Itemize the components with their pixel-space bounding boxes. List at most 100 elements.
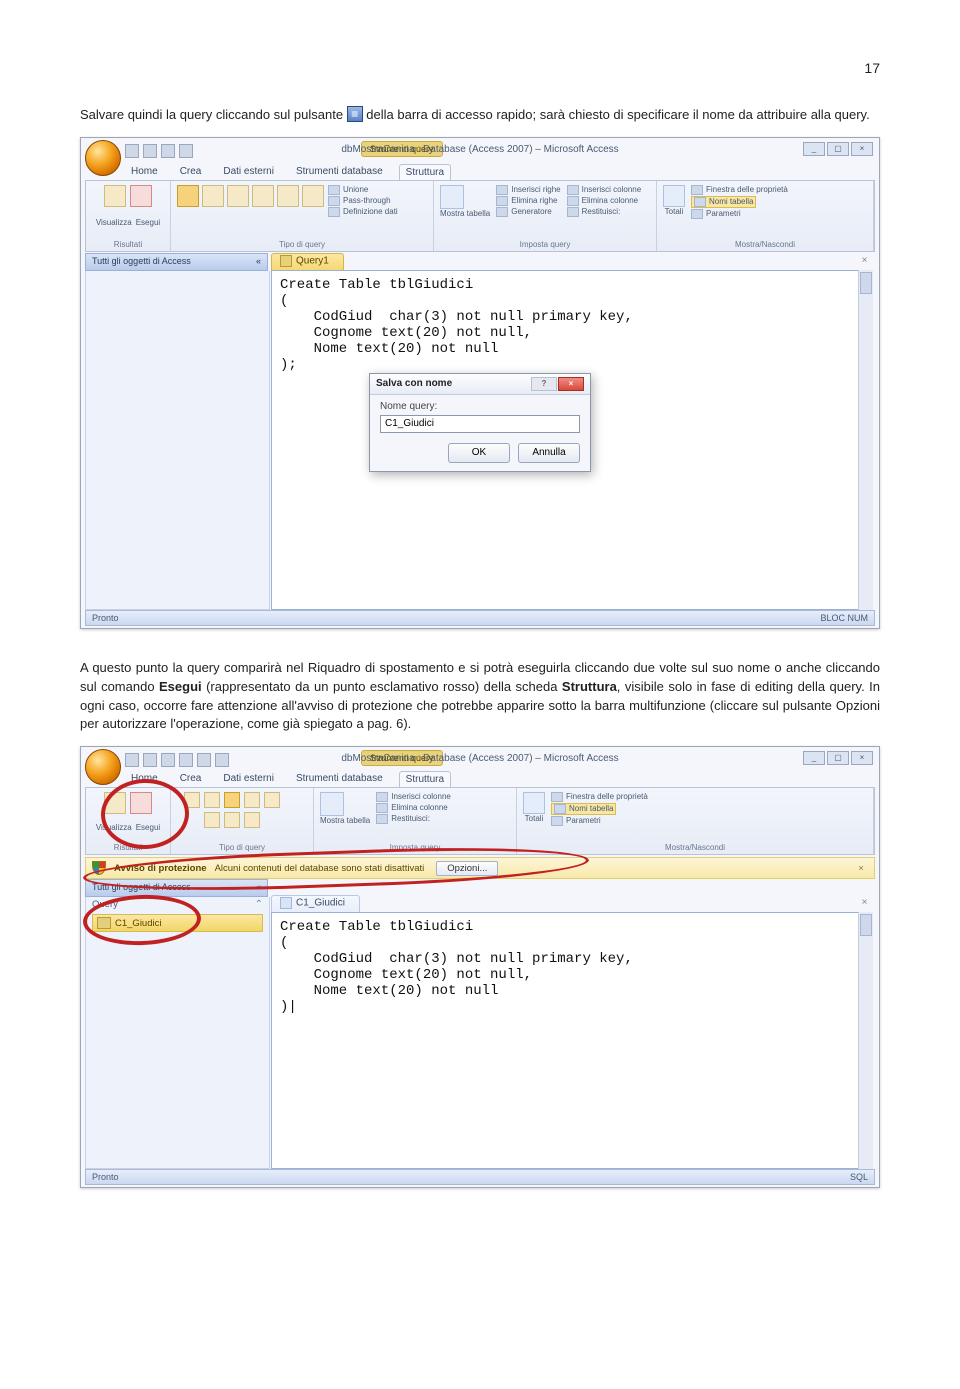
- security-close-button[interactable]: ×: [854, 863, 868, 874]
- inserisci-colonne-button[interactable]: Inserisci colonne: [567, 185, 642, 195]
- nav-pane-header[interactable]: Tutti gli oggetti di Access «: [85, 879, 268, 897]
- maximize-button[interactable]: ▢: [827, 142, 849, 156]
- elimina-colonne-button[interactable]: Elimina colonne: [567, 196, 638, 206]
- restituisci-button[interactable]: Restituisci:: [567, 207, 621, 217]
- campi-incrociati-button[interactable]: [277, 185, 299, 207]
- vertical-scrollbar[interactable]: [858, 270, 873, 610]
- tab-strumenti-database[interactable]: Strumenti database: [290, 771, 389, 787]
- tab-home[interactable]: Home: [125, 771, 164, 787]
- mostra-tabella-button[interactable]: [320, 792, 344, 816]
- cancel-button[interactable]: Annulla: [518, 443, 580, 463]
- definizione-dati-button[interactable]: Definizione dati: [328, 207, 398, 217]
- esegui-label: Esegui: [136, 823, 160, 832]
- ribbon: Visualizza Esegui Risultati Tipo di quer…: [85, 787, 875, 855]
- close-button[interactable]: ×: [851, 751, 873, 765]
- passthrough-button[interactable]: Pass-through: [328, 196, 391, 206]
- tab-strumenti-database[interactable]: Strumenti database: [290, 164, 389, 180]
- vertical-scrollbar[interactable]: [858, 912, 873, 1169]
- tab-dati-esterni[interactable]: Dati esterni: [217, 771, 280, 787]
- finestra-proprieta-button[interactable]: Finestra delle proprietà: [691, 185, 788, 195]
- document-close-button[interactable]: ×: [858, 255, 871, 268]
- quick-access-toolbar[interactable]: [125, 751, 229, 769]
- dialog-titlebar[interactable]: Salva con nome ? ×: [370, 374, 590, 395]
- minimize-button[interactable]: _: [803, 751, 825, 765]
- document-close-button[interactable]: ×: [858, 897, 871, 910]
- parametri-button[interactable]: Parametri: [551, 816, 601, 826]
- visualizza-button[interactable]: [104, 792, 126, 814]
- minimize-button[interactable]: _: [803, 142, 825, 156]
- inserisci-righe-button[interactable]: Inserisci righe: [496, 185, 560, 195]
- ribbon-group-imposta-query: Mostra tabella Inserisci colonne Elimina…: [314, 788, 517, 854]
- nav-pane-header[interactable]: Tutti gli oggetti di Access «: [85, 253, 268, 271]
- seleziona-button[interactable]: [177, 185, 199, 207]
- unione-button[interactable]: Unione: [328, 185, 368, 195]
- finestra-proprieta-button[interactable]: Finestra delle proprietà: [551, 792, 648, 802]
- window-controls[interactable]: _ ▢ ×: [803, 142, 873, 156]
- visualizza-button[interactable]: [104, 185, 126, 207]
- chevron-left-icon[interactable]: «: [256, 256, 261, 266]
- creazione-tabella-button[interactable]: [202, 185, 224, 207]
- nav-item-c1-giudici[interactable]: C1_Giudici: [92, 914, 263, 932]
- nav-group-label: Query: [92, 899, 118, 910]
- tab-crea[interactable]: Crea: [174, 771, 208, 787]
- qtype-2[interactable]: [204, 792, 220, 808]
- query-name-input[interactable]: [380, 415, 580, 433]
- ribbon-tab-strip[interactable]: Home Crea Dati esterni Strumenti databas…: [125, 164, 451, 180]
- nav-pane-title: Tutti gli oggetti di Access: [92, 882, 191, 892]
- qtype-1[interactable]: [184, 792, 200, 808]
- elimina-colonne-button[interactable]: Elimina colonne: [376, 803, 447, 813]
- document-tab-label: C1_Giudici: [296, 898, 345, 909]
- group-label-risultati: Risultati: [92, 240, 164, 249]
- mostra-tabella-button[interactable]: [440, 185, 464, 209]
- ok-button[interactable]: OK: [448, 443, 510, 463]
- accodamento-button[interactable]: [227, 185, 249, 207]
- collapse-icon[interactable]: ⌃: [255, 899, 263, 910]
- totali-label: Totali: [665, 207, 684, 216]
- restituisci-button[interactable]: Restituisci:: [376, 814, 430, 824]
- eliminazione-button[interactable]: [302, 185, 324, 207]
- qtype-4[interactable]: [244, 792, 260, 808]
- qtype-3[interactable]: [224, 792, 240, 808]
- generatore-button[interactable]: Generatore: [496, 207, 551, 217]
- page-number: 17: [80, 60, 880, 76]
- tab-crea[interactable]: Crea: [174, 164, 208, 180]
- qtype-5[interactable]: [264, 792, 280, 808]
- tab-dati-esterni[interactable]: Dati esterni: [217, 164, 280, 180]
- qtype-6[interactable]: [204, 812, 220, 828]
- qtype-7[interactable]: [224, 812, 240, 828]
- tab-home[interactable]: Home: [125, 164, 164, 180]
- dialog-close-button[interactable]: ×: [558, 377, 584, 391]
- ribbon-group-risultati: Visualizza Esegui Risultati: [86, 181, 171, 251]
- sql-editor[interactable]: Create Table tblGiudici ( CodGiud char(3…: [271, 912, 873, 1169]
- elimina-righe-button[interactable]: Elimina righe: [496, 196, 557, 206]
- close-button[interactable]: ×: [851, 142, 873, 156]
- esegui-button[interactable]: [130, 185, 152, 207]
- nav-pane[interactable]: Query ⌃ C1_Giudici: [85, 897, 270, 1169]
- ribbon-group-mostra-nascondi: Totali Finestra delle proprietà Nomi tab…: [517, 788, 874, 854]
- group-label-mostra-nascondi: Mostra/Nascondi: [523, 843, 867, 852]
- ribbon-tab-strip[interactable]: Home Crea Dati esterni Strumenti databas…: [125, 771, 451, 787]
- tab-struttura[interactable]: Struttura: [399, 164, 451, 180]
- inserisci-colonne-button[interactable]: Inserisci colonne: [376, 792, 451, 802]
- totali-button[interactable]: [663, 185, 685, 207]
- chevron-left-icon[interactable]: «: [256, 882, 261, 892]
- parametri-button[interactable]: Parametri: [691, 209, 741, 219]
- esegui-button[interactable]: [130, 792, 152, 814]
- tab-struttura[interactable]: Struttura: [399, 771, 451, 787]
- office-button[interactable]: [85, 140, 121, 176]
- aggiornamento-button[interactable]: [252, 185, 274, 207]
- screenshot-1: Strumenti query dbMostraCanina : Databas…: [80, 137, 880, 629]
- security-options-button[interactable]: Opzioni...: [436, 861, 498, 876]
- qtype-8[interactable]: [244, 812, 260, 828]
- maximize-button[interactable]: ▢: [827, 751, 849, 765]
- nav-pane[interactable]: [85, 271, 270, 610]
- nomi-tabella-button[interactable]: Nomi tabella: [551, 803, 616, 815]
- nomi-tabella-button[interactable]: Nomi tabella: [691, 196, 756, 208]
- nav-group-query[interactable]: Query ⌃: [92, 899, 263, 910]
- window-controls[interactable]: _ ▢ ×: [803, 751, 873, 765]
- dialog-help-button[interactable]: ?: [531, 377, 557, 391]
- quick-access-toolbar[interactable]: [125, 142, 193, 160]
- office-button[interactable]: [85, 749, 121, 785]
- para2-b: Esegui: [159, 679, 202, 694]
- totali-button[interactable]: [523, 792, 545, 814]
